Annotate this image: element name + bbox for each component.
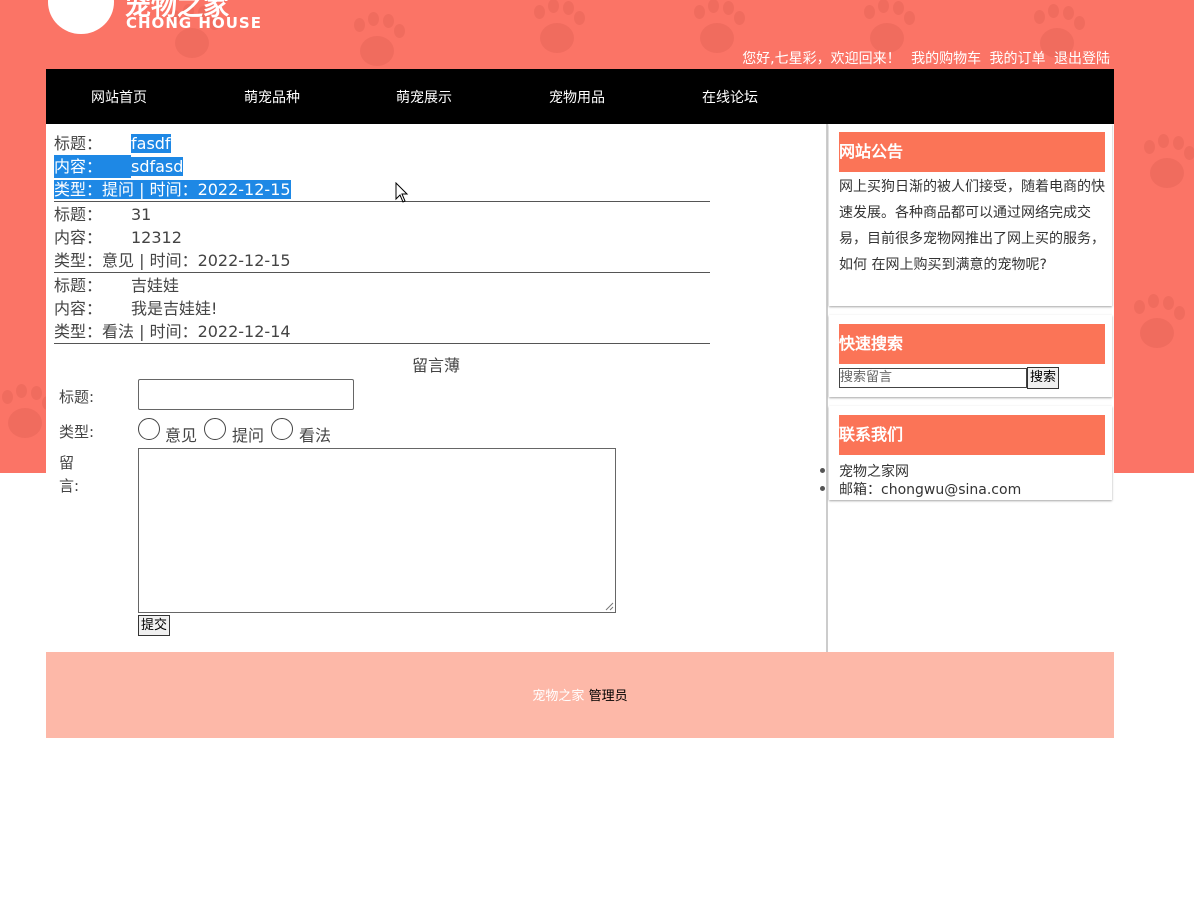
- notice-heading: 网站公告: [839, 132, 1105, 172]
- message-meta: 类型：提问 | 时间：2022-12-15: [54, 180, 291, 199]
- title-input[interactable]: [138, 379, 354, 410]
- form-message-label-2: 言:: [59, 477, 80, 495]
- message-board: 标题： fasdf 内容： sdfasd 类型：提问 | 时间：2022-12-15…: [46, 124, 828, 652]
- form-type-label: 类型:: [59, 423, 95, 441]
- content-area: 标题： fasdf 内容： sdfasd 类型：提问 | 时间：2022-12-15…: [46, 124, 1114, 652]
- search-button[interactable]: 搜索: [1027, 367, 1059, 389]
- submit-button[interactable]: 提交: [138, 615, 171, 636]
- message-item[interactable]: 标题： 吉娃娃 内容： 我是吉娃娃! 类型：看法 | 时间：2022-12-14: [54, 274, 710, 344]
- notice-text: 网上买狗日渐的被人们接受，随着电商的快速发展。各种商品都可以通过网络完成交易，目…: [839, 179, 1105, 273]
- message-title: 31: [131, 205, 152, 224]
- welcome-text: 您好,七星彩，欢迎回来！: [742, 51, 901, 67]
- nav-item-forum[interactable]: 在线论坛: [702, 87, 758, 107]
- resize-handle-icon[interactable]: [604, 601, 614, 611]
- contact-item: 宠物之家网: [820, 461, 909, 481]
- type-radio-view[interactable]: [271, 418, 293, 440]
- notice-box: 网站公告 网上买狗日渐的被人们接受，随着电商的快速发展。各种商品都可以通过网络完…: [829, 124, 1112, 306]
- content-label: 内容：: [54, 228, 103, 247]
- orders-link[interactable]: 我的订单: [990, 51, 1046, 67]
- message-meta: 类型：意见 | 时间：2022-12-15: [54, 251, 291, 270]
- title-label: 标题：: [54, 276, 103, 295]
- message-item[interactable]: 标题： fasdf 内容： sdfasd 类型：提问 | 时间：2022-12-15: [54, 132, 710, 202]
- guestbook-heading: 留言薄: [411, 356, 460, 375]
- contact-heading: 联系我们: [839, 415, 1105, 455]
- footer-text: 宠物之家 管理员: [46, 685, 1114, 704]
- search-input[interactable]: 搜索留言: [839, 368, 1027, 388]
- message-meta: 类型：看法 | 时间：2022-12-14: [54, 322, 291, 341]
- user-links: 您好,七星彩，欢迎回来！ 我的购物车 我的订单 退出登陆: [700, 48, 1110, 68]
- message-content: 12312: [131, 228, 182, 247]
- nav-item-showcase[interactable]: 萌宠展示: [396, 87, 452, 107]
- content-label: 内容：: [54, 155, 131, 178]
- form-message-label-1: 留: [59, 454, 75, 472]
- nav-item-supplies[interactable]: 宠物用品: [549, 87, 605, 107]
- type-radio-label: 看法: [299, 426, 332, 445]
- form-title-label: 标题:: [59, 388, 95, 406]
- title-label: 标题：: [54, 205, 103, 224]
- message-content: 我是吉娃娃!: [131, 299, 218, 318]
- message-title: fasdf: [131, 134, 171, 153]
- type-radio-opinion[interactable]: [138, 418, 160, 440]
- search-heading: 快速搜索: [839, 324, 1105, 364]
- footer-admin-link[interactable]: 管理员: [589, 689, 628, 704]
- logout-link[interactable]: 退出登陆: [1054, 51, 1110, 67]
- message-textarea[interactable]: [138, 448, 616, 613]
- message-title: 吉娃娃: [131, 276, 180, 295]
- type-radio-question[interactable]: [204, 418, 226, 440]
- footer: 宠物之家 管理员: [46, 652, 1114, 738]
- title-label: 标题：: [54, 134, 103, 153]
- nav-item-breeds[interactable]: 萌宠品种: [244, 87, 300, 107]
- type-radio-label: 提问: [232, 426, 265, 445]
- type-radio-label: 意见: [165, 426, 198, 445]
- content-label: 内容：: [54, 299, 103, 318]
- main-nav: 网站首页 萌宠品种 萌宠展示 宠物用品 在线论坛: [46, 69, 1114, 124]
- message-content: sdfasd: [131, 157, 184, 176]
- logo-tagline: CHONG HOUSE: [126, 14, 262, 32]
- logo-icon[interactable]: [48, 0, 114, 34]
- mouse-cursor-icon: [395, 182, 409, 203]
- message-item[interactable]: 标题： 31 内容： 12312 类型：意见 | 时间：2022-12-15: [54, 203, 710, 273]
- footer-site-link[interactable]: 宠物之家: [532, 689, 584, 704]
- nav-item-home[interactable]: 网站首页: [91, 87, 147, 107]
- contact-email: 邮箱：chongwu@sina.com: [819, 479, 1021, 499]
- cart-link[interactable]: 我的购物车: [911, 51, 981, 67]
